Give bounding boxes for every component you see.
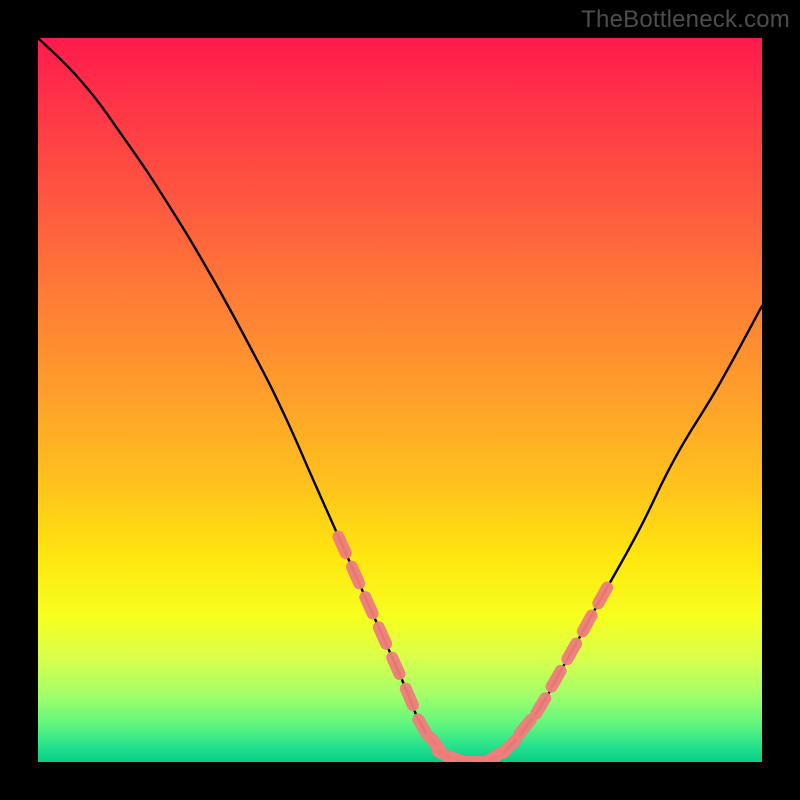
bottleneck-curve-path xyxy=(38,38,762,762)
plot-area xyxy=(38,38,762,762)
chart-frame: TheBottleneck.com xyxy=(0,0,800,800)
attribution-text: TheBottleneck.com xyxy=(581,6,790,34)
near-optimal-markers xyxy=(338,537,607,762)
bottleneck-curve-svg xyxy=(38,38,762,762)
